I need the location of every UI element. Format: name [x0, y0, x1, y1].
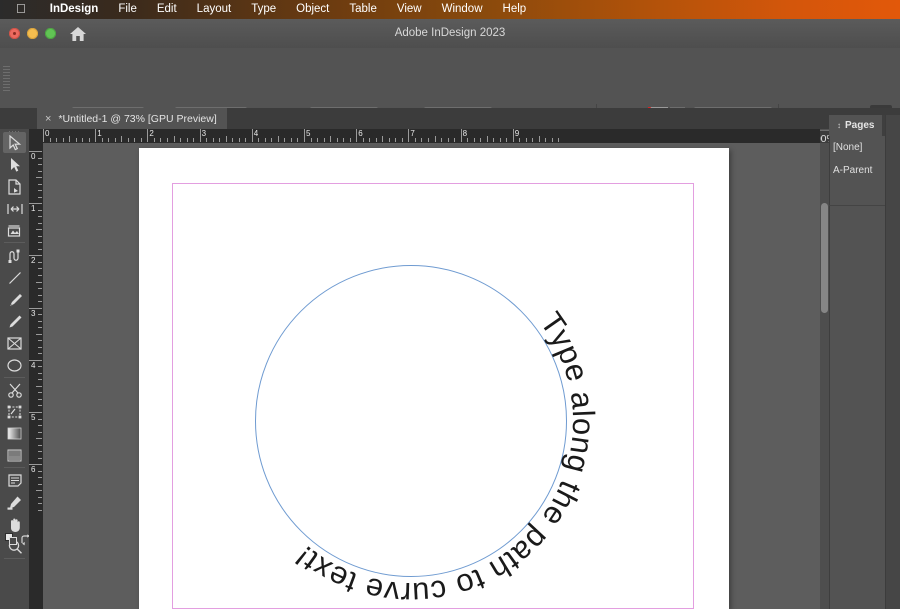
panel-collapse-icon[interactable]: ↕ [837, 121, 841, 130]
vertical-scrollbar-thumb[interactable] [821, 203, 828, 313]
panel-drag-handle[interactable] [3, 66, 10, 92]
v-ruler-tick-6: 6 [31, 465, 36, 475]
window-title: Adobe InDesign 2023 [394, 27, 506, 39]
hand-tool[interactable] [3, 514, 26, 535]
document-tab[interactable]: × *Untitled-1 @ 73% [GPU Preview] [37, 108, 227, 129]
h-ruler-tick-7: 7 [410, 129, 415, 138]
v-ruler-tick-5: 5 [31, 413, 36, 422]
apple-logo-icon[interactable]:  [16, 2, 26, 15]
menu-item-edit[interactable]: Edit [147, 0, 187, 19]
menu-item-type[interactable]: Type [241, 0, 286, 19]
h-ruler-tick-5: 5 [306, 129, 311, 138]
ellipse-tool[interactable] [3, 355, 26, 376]
menu-item-file[interactable]: File [108, 0, 147, 19]
text-on-path[interactable]: Type along the path to curve text! [43, 143, 820, 609]
h-ruler-tick-4: 4 [253, 129, 259, 138]
tools-panel: T [0, 129, 30, 609]
gradient-swatch-tool[interactable] [3, 423, 26, 444]
document-canvas[interactable]: Type along the path to curve text! [43, 143, 820, 609]
tab-pages[interactable]: ↕ Pages [829, 115, 883, 136]
h-ruler-tick-1: 1 [97, 129, 102, 138]
collapsed-panel-strip[interactable] [885, 115, 900, 609]
direct-selection-tool[interactable] [3, 154, 26, 175]
h-ruler-tick-9: 9 [514, 129, 520, 138]
h-ruler-tick-8: 8 [462, 129, 468, 138]
type-tool[interactable] [3, 289, 26, 310]
v-ruler-tick-4: 4 [31, 360, 36, 370]
tab-pages-label: Pages [845, 120, 875, 131]
menu-item-layout[interactable]: Layout [187, 0, 242, 19]
document-tab-label: *Untitled-1 @ 73% [GPU Preview] [58, 112, 217, 125]
eyedropper-tool[interactable] [3, 492, 26, 513]
pencil-tool[interactable] [3, 311, 26, 332]
horizontal-ruler[interactable]: 0 1 2 3 4 5 6 7 8 9 [29, 129, 820, 144]
h-ruler-tick-2: 2 [149, 129, 154, 138]
menu-item-object[interactable]: Object [286, 0, 339, 19]
line-tool[interactable] [3, 267, 26, 288]
v-ruler-tick-0: 0 [31, 152, 36, 161]
menu-item-window[interactable]: Window [432, 0, 493, 19]
h-ruler-tick-0: 0 [45, 129, 50, 138]
rectangle-frame-tool[interactable] [3, 333, 26, 354]
menu-item-view[interactable]: View [387, 0, 432, 19]
v-ruler-tick-1: 1 [31, 204, 36, 214]
h-ruler-tick-3: 3 [201, 129, 207, 138]
default-fill-stroke-icon[interactable] [5, 533, 18, 551]
svg-text:Type along the path to curve t: Type along the path to curve text! [288, 306, 601, 609]
control-panel: X: 0.3 in Y: 2.22 in W: H: [0, 48, 900, 150]
close-document-icon[interactable]: × [45, 113, 51, 125]
v-ruler-tick-3: 3 [31, 308, 36, 318]
selection-tool[interactable] [3, 132, 26, 153]
note-tool[interactable] [3, 470, 26, 491]
menu-item-indesign[interactable]: InDesign [40, 0, 109, 19]
scissors-tool[interactable] [3, 379, 26, 400]
indesign-window:  InDesign File Edit Layout Type Object … [0, 0, 900, 609]
h-ruler-tick-6: 6 [358, 129, 363, 138]
vertical-scrollbar[interactable] [820, 143, 829, 609]
vertical-ruler[interactable]: 0 1 2 3 4 5 6 [29, 143, 44, 609]
content-collector-tool[interactable] [3, 220, 26, 241]
mac-menu-bar:  InDesign File Edit Layout Type Object … [0, 0, 900, 20]
title-bar: Adobe InDesign 2023 [0, 19, 900, 49]
menu-item-table[interactable]: Table [339, 0, 387, 19]
menu-item-help[interactable]: Help [493, 0, 537, 19]
free-transform-tool[interactable] [3, 401, 26, 422]
document-tab-bar: × *Untitled-1 @ 73% [GPU Preview] [0, 108, 900, 129]
pen-tool[interactable] [3, 245, 26, 266]
v-ruler-tick-2: 2 [31, 256, 36, 266]
gap-tool[interactable] [3, 198, 26, 219]
page-tool[interactable] [3, 176, 26, 197]
gradient-feather-tool[interactable] [3, 445, 26, 466]
